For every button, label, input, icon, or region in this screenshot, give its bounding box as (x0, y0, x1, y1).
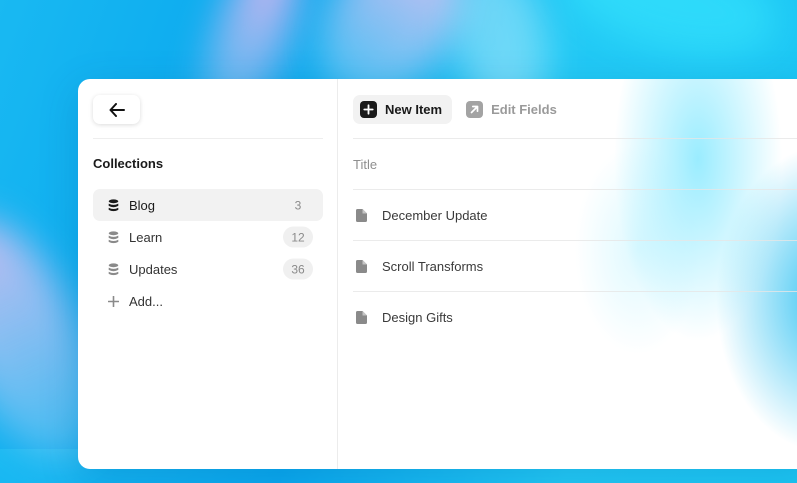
document-icon (354, 309, 368, 325)
back-button[interactable] (93, 95, 140, 124)
row-title: Design Gifts (382, 309, 453, 325)
edit-fields-button[interactable]: Edit Fields (460, 95, 563, 124)
collection-label: Updates (129, 261, 178, 277)
plus-icon (105, 293, 121, 309)
main-panel: New Item Edit Fields Title December Upda… (338, 79, 797, 469)
sidebar: Collections Blog 3 Learn 12 Updates 36 A… (78, 79, 338, 469)
row-title: Scroll Transforms (382, 258, 484, 274)
table-row[interactable]: Design Gifts (353, 292, 797, 342)
collection-count: 3 (294, 198, 302, 212)
add-collection-label: Add... (129, 293, 163, 309)
collection-item-updates[interactable]: Updates 36 (93, 253, 323, 285)
table-row[interactable]: Scroll Transforms (353, 241, 797, 291)
items-table: Title December Update Scroll Transforms … (353, 138, 797, 342)
collections-heading: Collections (93, 156, 164, 171)
arrow-up-right-square-icon (466, 101, 484, 118)
collection-label: Learn (129, 229, 163, 245)
cms-window: Collections Blog 3 Learn 12 Updates 36 A… (78, 79, 797, 469)
collections-list: Blog 3 Learn 12 Updates 36 Add... (93, 189, 323, 317)
table-row[interactable]: December Update (353, 190, 797, 240)
collection-item-learn[interactable]: Learn 12 (93, 221, 323, 253)
collection-count: 36 (283, 258, 313, 280)
database-icon (105, 261, 121, 277)
plus-square-icon (360, 101, 377, 118)
arrow-left-icon (109, 102, 125, 117)
collection-count: 12 (283, 226, 313, 248)
document-icon (354, 207, 368, 223)
add-collection-button[interactable]: Add... (93, 285, 323, 317)
database-icon (105, 197, 121, 213)
new-item-label: New Item (385, 102, 443, 117)
collection-item-blog[interactable]: Blog 3 (93, 189, 323, 221)
new-item-button[interactable]: New Item (353, 95, 453, 124)
collection-label: Blog (129, 197, 156, 213)
row-title: December Update (382, 207, 488, 223)
sidebar-divider (93, 138, 323, 139)
edit-fields-label: Edit Fields (491, 102, 557, 117)
document-icon (354, 258, 368, 274)
database-icon (105, 229, 121, 245)
column-header-title: Title (353, 156, 378, 172)
toolbar: New Item Edit Fields (353, 95, 563, 124)
